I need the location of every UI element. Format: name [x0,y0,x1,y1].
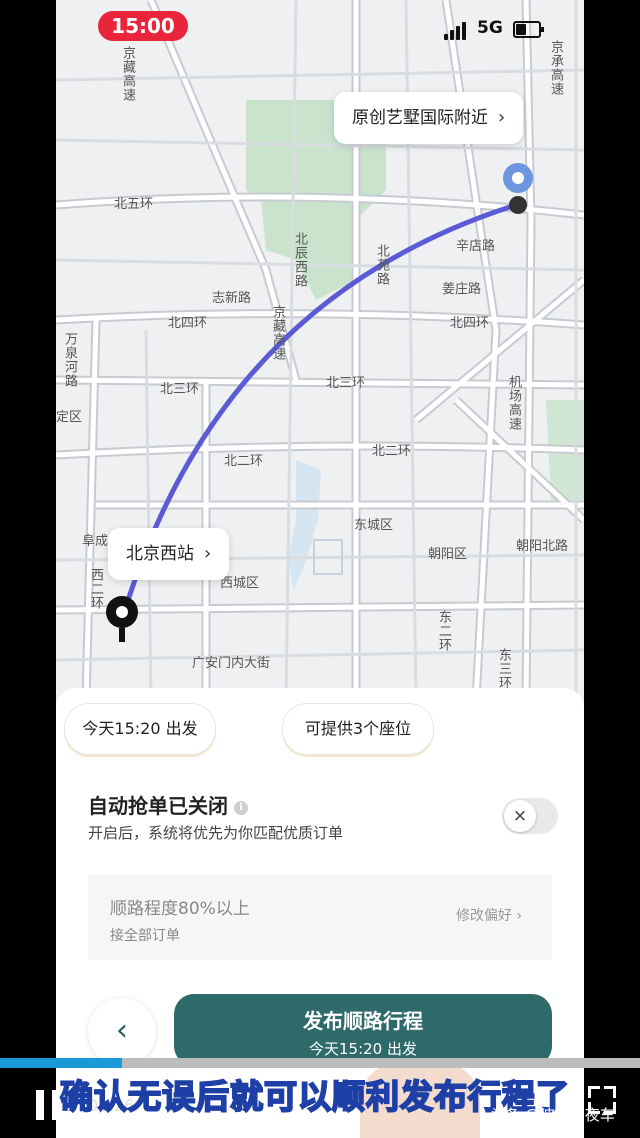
map-road-label: 定区 [56,410,83,425]
map-road-label: 朝阳区 [428,547,468,562]
map-road-label: 志新路 [212,291,252,306]
map-road-label: 广安门内大街 [192,656,271,671]
preference-title: 顺路程度80%以上 [110,899,250,919]
map-road-label: 北二环 [224,454,264,469]
map-road-label: 京藏高速 [120,46,135,102]
map-road-label: 姜庄路 [442,282,482,297]
map-road-label: 北辰西路 [292,232,307,288]
map-road-label: 北四环 [168,316,208,331]
preference-subtitle: 接全部订单 [110,928,180,944]
map-road-label: 万泉河路 [62,332,77,388]
auto-grab-subtitle: 开启后，系统将优先为你匹配优质订单 [88,824,344,842]
back-button[interactable]: ‹ [88,998,156,1066]
map-road-label: 北三环 [160,382,200,397]
map-road-label: 机场高速 [506,375,521,431]
auto-grab-title-text: 自动抢单已关闭 [88,794,228,818]
video-progress-fill [0,1058,122,1068]
pause-icon[interactable] [36,1090,62,1120]
map-road-label: 北五环 [114,197,154,212]
map-road-label: 北苑路 [374,244,389,286]
chevron-left-icon: ‹ [116,1013,128,1048]
seats-chip[interactable]: 可提供3个座位 [282,703,434,755]
map-road-label: 京藏高速 [270,305,285,361]
signal-icon [444,22,468,40]
chevron-right-icon: › [204,543,212,564]
destination-bubble[interactable]: 原创艺墅国际附近 › [334,92,524,144]
destination-label: 原创艺墅国际附近 [352,108,488,128]
map-road-label: 东城区 [354,518,394,533]
auto-grab-toggle[interactable]: × [502,798,558,834]
video-progress-bar[interactable] [0,1058,640,1068]
status-time: 15:00 [98,11,188,41]
network-type: 5G [477,18,503,38]
map-road-label: 西二环 [88,568,103,610]
map-road-label: 朝阳北路 [516,539,569,554]
publish-button-sublabel: 今天15:20 出发 [309,1040,417,1058]
publish-button-label: 发布顺路行程 [303,1009,423,1033]
map-road-label: 北二环 [372,444,412,459]
auto-grab-title: 自动抢单已关闭 i [88,790,248,819]
info-icon[interactable]: i [234,800,248,815]
map-view[interactable]: 京藏高速 京承高速 北五环 北辰西路 北苑路 辛店路 志新路 姜庄路 北四环 京… [56,0,584,700]
map-road-label: 东二环 [436,610,451,652]
status-bar: 15:00 5G [56,0,584,52]
origin-bubble[interactable]: 北京西站 › [108,528,230,580]
map-road-label: 辛店路 [456,239,496,254]
departure-time-chip[interactable]: 今天15:20 出发 [64,703,216,755]
chevron-right-icon: › [498,107,506,128]
map-road-label: 东三环 [496,648,511,690]
fullscreen-icon[interactable] [588,1086,616,1114]
modify-preference-link[interactable]: 修改偏好 › [456,905,522,925]
publish-trip-button[interactable]: 发布顺路行程 今天15:20 出发 [174,994,552,1066]
battery-icon [513,21,544,38]
route-preference-card[interactable]: 顺路程度80%以上 接全部订单 修改偏好 › [88,874,552,960]
phone-screen: 京藏高速 京承高速 北五环 北辰西路 北苑路 辛店路 志新路 姜庄路 北四环 京… [56,0,584,1138]
origin-label: 北京西站 [126,544,194,564]
close-icon: × [504,800,536,832]
map-road-label: 北四环 [450,316,490,331]
map-road-label: 北三环 [326,376,366,391]
